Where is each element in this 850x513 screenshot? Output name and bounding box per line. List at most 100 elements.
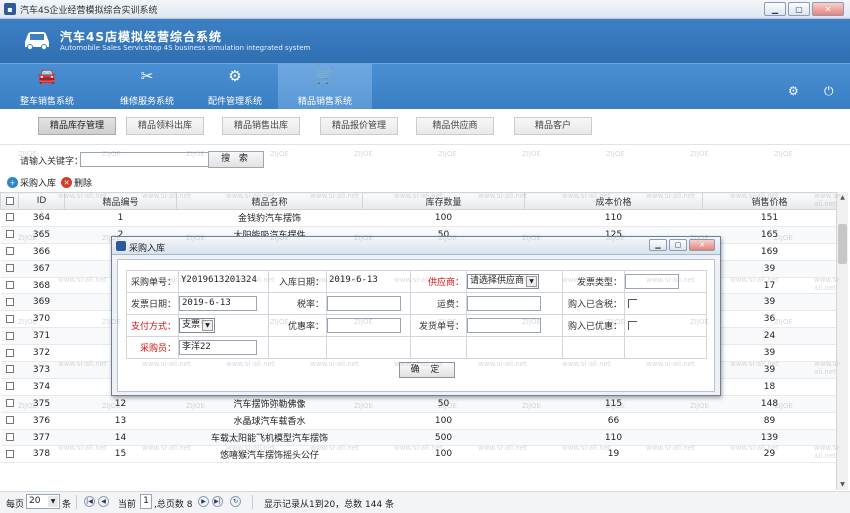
nav-boutique-sales[interactable]: 🛒 精品销售系统 [278,64,372,110]
confirm-button[interactable]: 确 定 [399,362,455,378]
search-button[interactable]: 搜 索 [208,151,264,168]
cell-price: 29 [702,445,836,464]
maximize-button[interactable]: ▢ [788,2,810,16]
scroll-down-icon[interactable]: ▼ [837,479,848,490]
scroll-up-icon[interactable]: ▲ [837,192,848,203]
settings-icon[interactable]: ⚙ [788,84,799,98]
refresh-icon[interactable]: ↻ [230,496,241,507]
row-checkbox[interactable] [0,327,19,346]
add-icon: + [7,177,18,188]
window-title-bar: ▪ 汽车4S企业经营模拟综合实训系统 ▁ ▢ ✕ [0,0,850,19]
row-checkbox[interactable] [0,395,19,413]
shipping-no-field[interactable] [467,318,541,333]
cell-id: 377 [18,429,65,447]
purchase-in-button[interactable]: + 采购入库 [7,176,56,189]
next-page-icon[interactable]: ▶ [198,496,209,507]
delete-icon: ✕ [61,177,72,188]
minimize-button[interactable]: ▁ [764,2,786,16]
tab-boutique-picking[interactable]: 精品领料出库 [126,117,204,135]
cell-id: 373 [18,361,65,379]
cell-cost: 66 [524,412,703,430]
nav-repair-service[interactable]: ✂ 维修服务系统 [100,64,194,110]
buyer-field[interactable]: 李洋22 [179,340,257,355]
row-checkbox[interactable] [0,310,19,329]
select-all-checkbox[interactable] [0,192,19,210]
dialog-maximize-button[interactable]: ▢ [669,239,687,251]
cell-code: 13 [64,412,177,430]
col-header-id[interactable]: ID [18,192,65,210]
table-row[interactable]: 364 1 金钱豹汽车摆饰 100 110 151 [0,209,836,227]
in-date-field[interactable]: 2019-6-13 [327,274,405,289]
cell-id: 374 [18,378,65,396]
tab-boutique-quotes[interactable]: 精品报价管理 [320,117,398,135]
col-header-price[interactable]: 销售价格 [702,192,836,210]
order-no-value: Y2019613201324 [178,270,269,293]
pay-method-select[interactable]: 支票 ▼ [179,318,216,333]
col-header-code[interactable]: 精品编号 [64,192,177,210]
record-summary: 显示记录从1到20，总数 144 条 [264,500,395,510]
cell-code: 1 [64,209,177,227]
table-row[interactable]: 376 13 水晶球汽车载香水 100 66 89 [0,412,836,430]
dialog-minimize-button[interactable]: ▁ [649,239,667,251]
first-page-icon[interactable]: |◀ [84,496,95,507]
tab-boutique-inventory[interactable]: 精品库存管理 [38,117,116,135]
search-label: 请输入关键字： [20,157,84,167]
delete-button[interactable]: ✕ 删除 [61,176,92,189]
table-row[interactable]: 377 14 车载太阳能飞机模型汽车摆饰 500 110 139 [0,429,836,447]
row-checkbox[interactable] [0,344,19,363]
invoice-type-field[interactable] [625,274,679,289]
discount-rate-field[interactable] [327,318,401,333]
row-checkbox[interactable] [0,243,19,261]
power-icon[interactable]: ⏻ [824,84,834,99]
tab-boutique-customers[interactable]: 精品客户 [514,117,592,135]
row-checkbox[interactable] [0,429,19,447]
invoice-date-field[interactable]: 2019-6-13 [179,296,257,311]
car-logo-icon [25,32,49,50]
pager: 每页 20 ▼ 条 |◀ ◀ 当前 1 ,总页数 8 ▶ ▶| ↻ 显示记录从1… [0,491,850,513]
row-checkbox[interactable] [0,209,19,227]
cell-cost: 19 [524,445,703,464]
row-checkbox[interactable] [0,361,19,379]
row-checkbox[interactable] [0,378,19,396]
row-checkbox[interactable] [0,277,19,295]
row-checkbox[interactable] [0,293,19,312]
row-checkbox[interactable] [0,445,19,464]
search-input[interactable] [80,152,210,167]
per-page-select[interactable]: 20 ▼ [26,494,60,509]
table-row[interactable]: 375 12 汽车摆饰弥勒佛像 50 115 148 [0,395,836,413]
tab-boutique-suppliers[interactable]: 精品供应商 [416,117,494,135]
prev-page-icon[interactable]: ◀ [98,496,109,507]
scroll-thumb[interactable] [838,224,847,264]
row-checkbox[interactable] [0,226,19,244]
nav-vehicle-sales[interactable]: 🚘 整车销售系统 [0,64,94,110]
nav-parts-management[interactable]: ⚙ 配件管理系统 [188,64,282,110]
supplier-select[interactable]: 请选择供应商 ▼ [467,274,540,289]
last-page-icon[interactable]: ▶| [212,496,223,507]
tax-included-checkbox[interactable] [628,298,637,308]
tax-rate-field[interactable] [327,296,401,311]
tab-boutique-sales-out[interactable]: 精品销售出库 [222,117,300,135]
car-icon: 🚘 [37,67,57,85]
grid-scrollbar[interactable]: ▲ ▼ [836,192,848,490]
col-header-name[interactable]: 精品名称 [176,192,363,210]
cell-stock: 100 [362,209,525,227]
page-input[interactable]: 1 [140,494,152,509]
freight-field[interactable] [467,296,541,311]
discounted-checkbox[interactable] [628,320,637,330]
row-checkbox[interactable] [0,260,19,278]
close-button[interactable]: ✕ [812,2,844,16]
gear-icon: ⚙ [228,67,242,85]
col-header-cost[interactable]: 成本价格 [524,192,703,210]
cell-id: 375 [18,395,65,413]
col-header-stock[interactable]: 库存数量 [362,192,525,210]
cell-cost: 115 [524,395,703,413]
row-checkbox[interactable] [0,412,19,430]
dialog-title-bar[interactable]: 采购入库 ▁ ▢ ✕ [112,237,720,255]
cell-name: 悠嘻猴汽车摆饰摇头公仔 [176,445,363,464]
dialog-close-button[interactable]: ✕ [689,239,715,251]
cell-price: 139 [702,429,836,447]
dialog-title: 采购入库 [129,244,166,254]
table-row[interactable]: 378 15 悠嘻猴汽车摆饰摇头公仔 100 19 29 [0,445,836,464]
cell-price: 39 [702,344,836,363]
dialog-body: 采购单号： Y2019613201324 入库日期： 2019-6-13 供应商… [117,259,715,392]
